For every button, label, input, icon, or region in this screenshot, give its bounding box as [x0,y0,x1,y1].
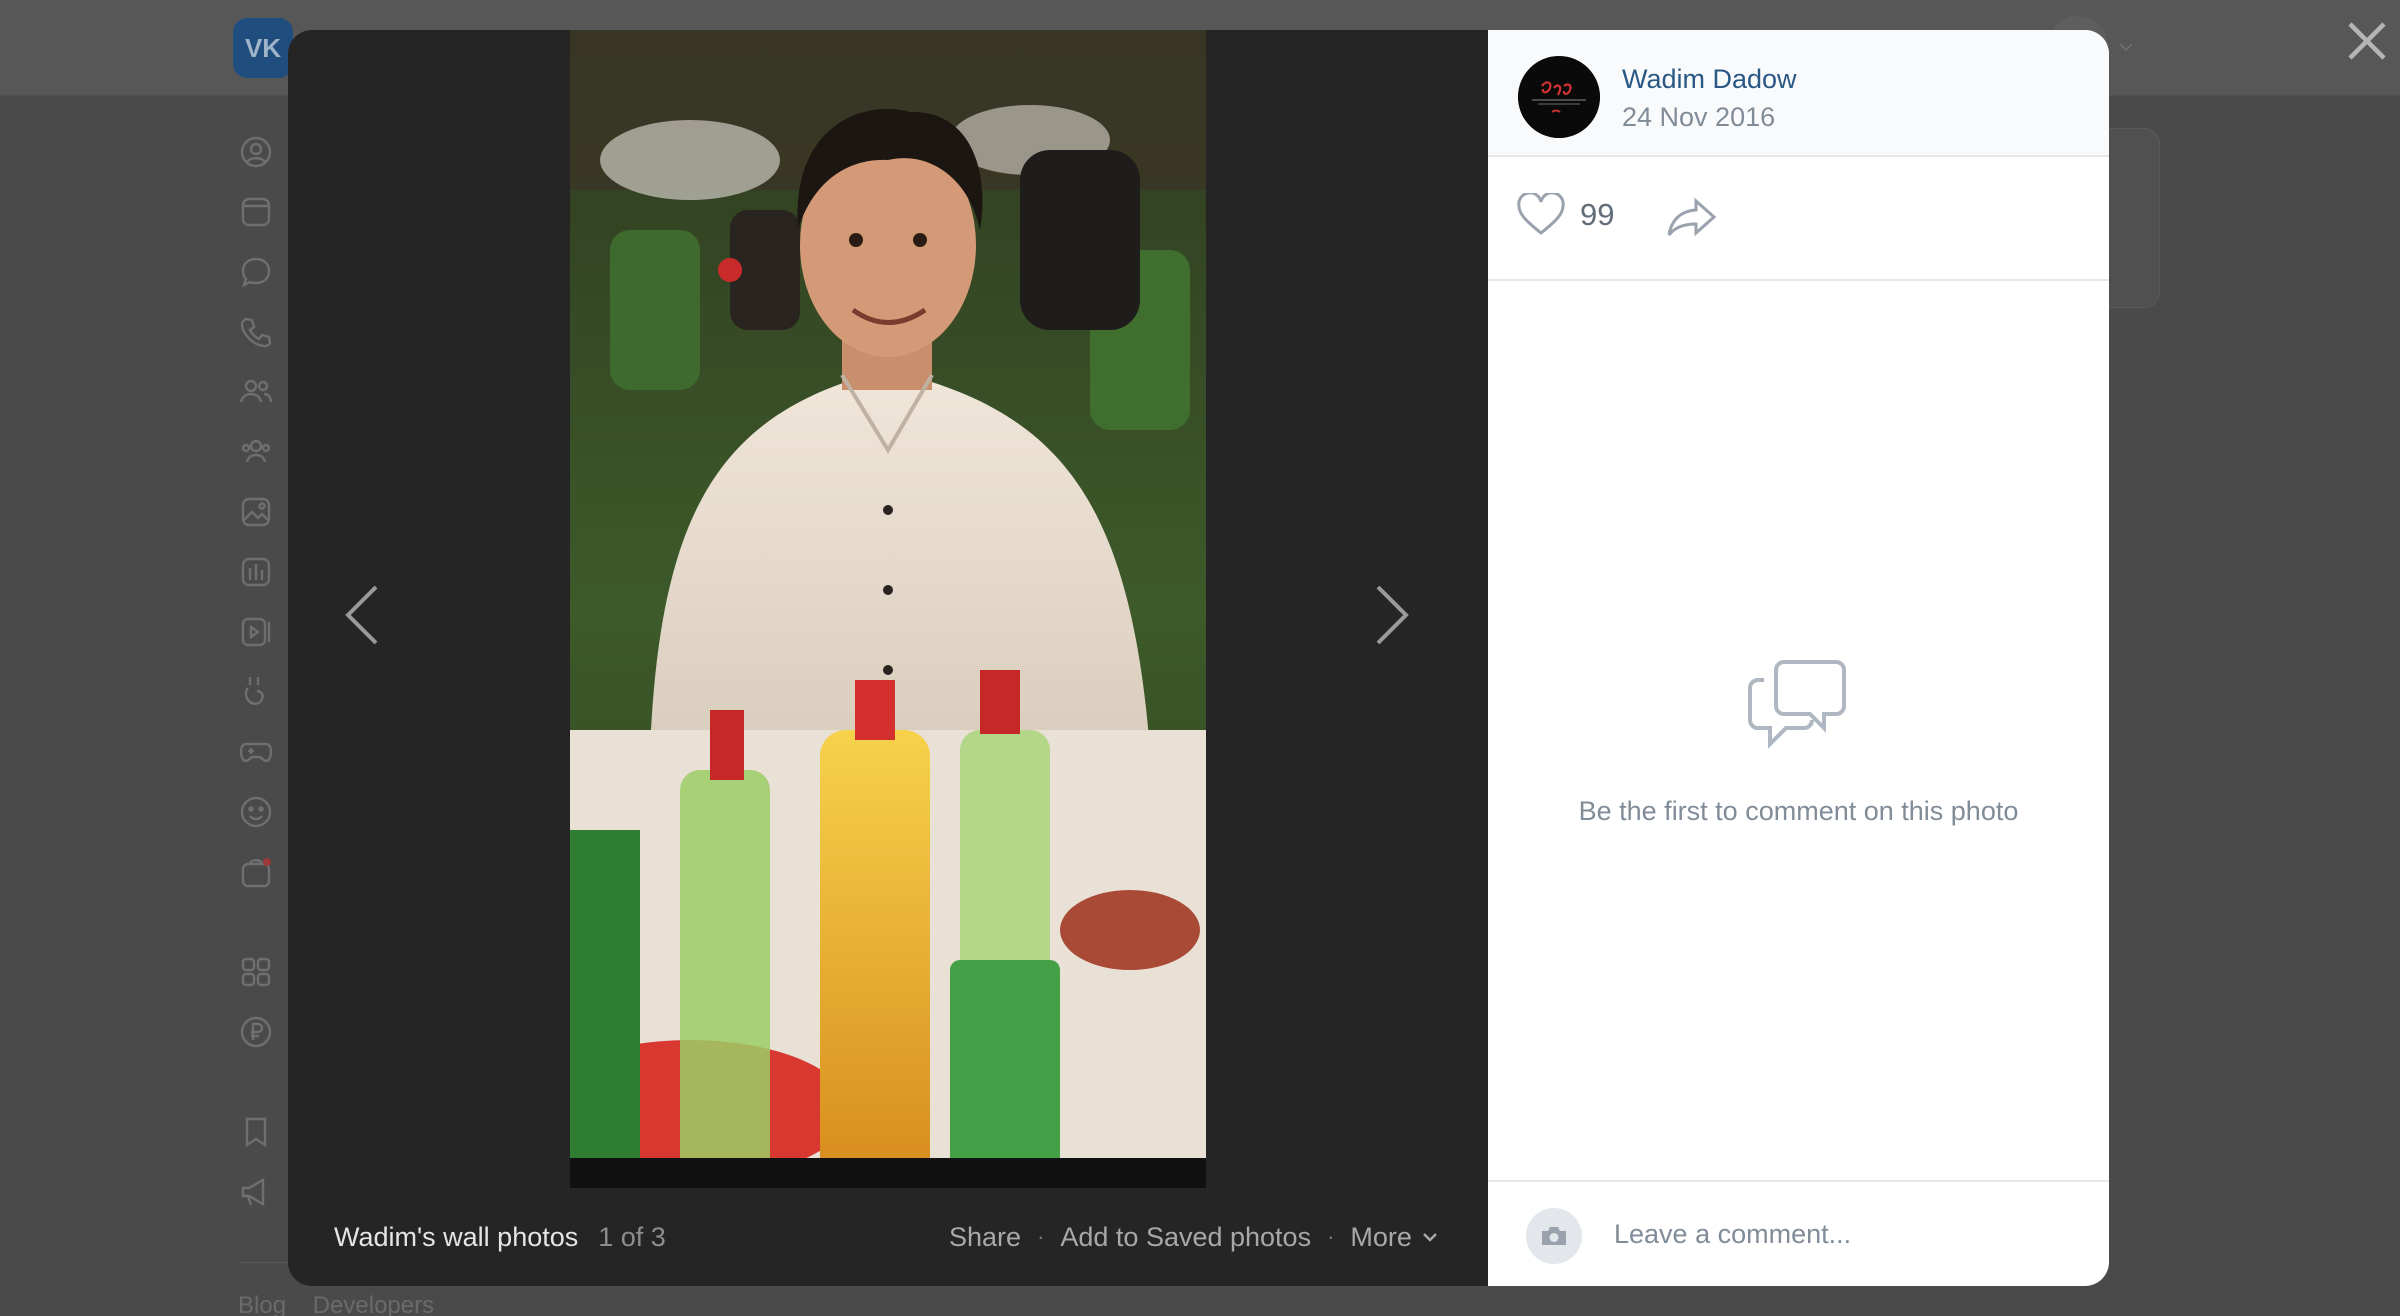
photo-actions: Share · Add to Saved photos · More [949,1188,1438,1286]
chevron-left-icon [345,585,378,645]
services-icon[interactable] [238,954,278,994]
avatar-signature-image [1518,56,1600,138]
footer-link-blog[interactable]: Blog [238,1292,286,1316]
reactions-bar: 99 [1488,157,2109,281]
separator-dot: · [1327,1224,1335,1249]
next-photo-button[interactable] [1362,570,1422,660]
photos-icon[interactable] [238,494,278,534]
stickers-icon[interactable] [238,794,278,834]
friends-icon[interactable] [238,374,278,414]
comment-composer [1488,1180,2109,1286]
photo-pane: Wadim's wall photos 1 of 3 Share · Add t… [288,30,1488,1286]
games-icon[interactable] [238,734,278,774]
music-icon[interactable] [238,554,278,594]
clips-icon[interactable] [238,674,278,714]
chevron-down-icon[interactable] [2118,36,2134,52]
photo-viewer: Wadim's wall photos 1 of 3 Share · Add t… [288,30,2109,1286]
ads-icon[interactable] [238,1174,278,1214]
more-menu-button[interactable]: More [1350,1222,1438,1253]
comment-input[interactable] [1614,1204,2074,1264]
close-icon [2348,22,2386,60]
previous-photo-button[interactable] [332,570,392,660]
more-label: More [1350,1221,1412,1252]
author-name-link[interactable]: Wadim Dadow [1622,64,1797,95]
chevron-right-icon [1376,585,1409,645]
photo[interactable] [570,30,1206,1188]
news-icon[interactable] [238,194,278,234]
save-to-saved-photos-link[interactable]: Add to Saved photos [1060,1222,1311,1253]
communities-icon[interactable] [238,434,278,474]
album-title-link[interactable]: Wadim's wall photos [334,1222,578,1253]
photo-sidebar: Wadim Dadow 24 Nov 2016 99 Be the first … [1488,30,2109,1286]
author-header: Wadim Dadow 24 Nov 2016 [1488,30,2109,157]
payments-icon[interactable] [238,1014,278,1054]
video-icon[interactable] [238,614,278,654]
share-link[interactable]: Share [949,1222,1021,1253]
author-avatar[interactable] [1518,56,1600,138]
photo-counter: 1 of 3 [598,1221,666,1252]
photo-footer: Wadim's wall photos 1 of 3 Share · Add t… [288,1188,1488,1286]
chevron-down-icon [1423,1233,1437,1242]
market-icon[interactable] [238,854,278,894]
post-date[interactable]: 24 Nov 2016 [1622,102,1775,133]
like-button[interactable]: 99 [1516,193,1614,237]
messages-icon[interactable] [238,254,278,294]
camera-icon [1542,1227,1566,1245]
attach-photo-button[interactable] [1526,1208,1582,1264]
bookmarks-icon[interactable] [238,1114,278,1154]
profile-icon[interactable] [238,134,278,174]
comments-icon [1748,660,1846,749]
calls-icon[interactable] [238,314,278,354]
heart-icon [1517,193,1565,235]
footer-links: Blog Developers [238,1292,454,1316]
vk-logo[interactable]: VK [233,18,293,78]
like-count: 99 [1580,197,1615,232]
share-arrow-icon [1667,197,1717,237]
share-button[interactable] [1666,197,1718,242]
separator-dot: · [1037,1224,1045,1249]
close-viewer-button[interactable] [2342,16,2392,66]
footer-link-developers[interactable]: Developers [313,1292,434,1316]
empty-comments-text: Be the first to comment on this photo [1578,796,2019,826]
